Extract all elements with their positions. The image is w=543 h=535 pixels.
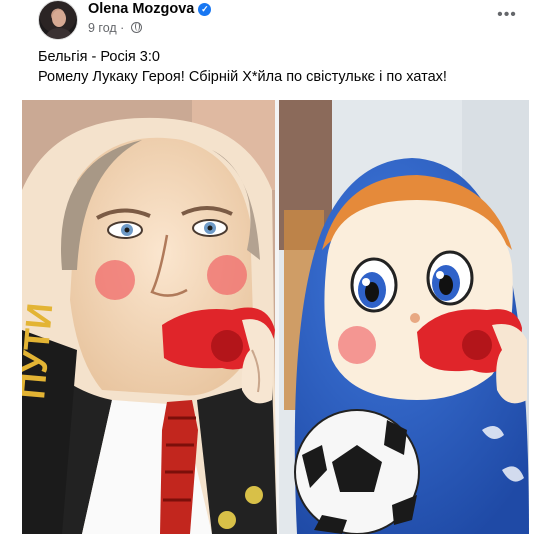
author-avatar[interactable] [38, 0, 78, 40]
more-options-button[interactable]: ••• [493, 6, 521, 26]
post-text-line: Бельгія - Росія 3:0 [38, 49, 160, 65]
left-doll: ПУТИ [22, 117, 277, 534]
post-text: Бельгія - Росія 3:0 Ромелу Лукаку Героя!… [38, 47, 538, 87]
post-header: Olena Mozgova ✓ 9 год · [38, 0, 538, 40]
author-name[interactable]: Olena Mozgova [88, 1, 194, 17]
facebook-post: Olena Mozgova ✓ 9 год · ••• Бельгія - Рос… [0, 0, 543, 535]
post-text-line: Ромелу Лукаку Героя! Сбірній Х*йла по св… [38, 69, 447, 85]
ellipsis-icon: ••• [497, 6, 517, 23]
right-doll [294, 158, 529, 534]
post-photo[interactable]: ПУТИ [22, 100, 529, 534]
post-meta: 9 год · [88, 21, 142, 35]
post-time[interactable]: 9 год [88, 21, 117, 35]
globe-icon [130, 22, 142, 33]
author-name-line: Olena Mozgova ✓ [88, 1, 212, 17]
verified-badge-icon: ✓ [198, 3, 212, 16]
